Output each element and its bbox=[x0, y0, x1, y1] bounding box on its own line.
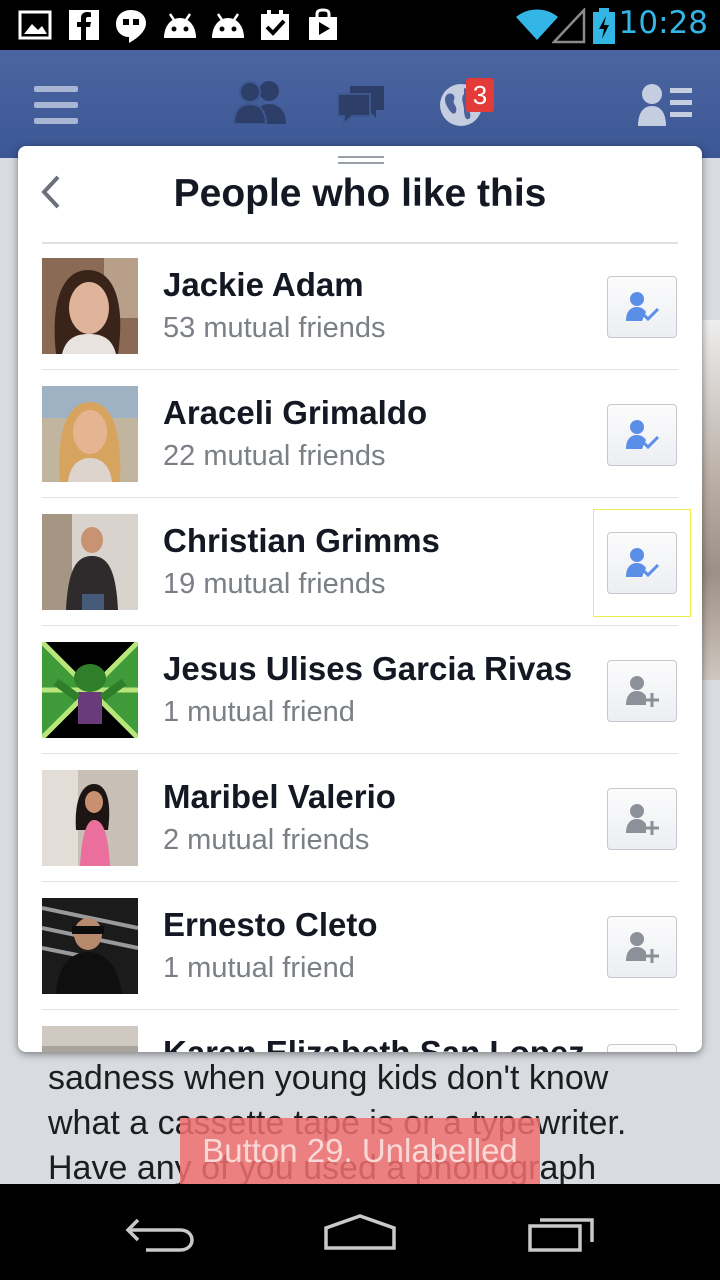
feed-photo-edge bbox=[702, 320, 720, 680]
person-row[interactable]: Jackie Adam 53 mutual friends bbox=[42, 242, 678, 370]
person-name[interactable]: Maribel Valerio bbox=[163, 778, 396, 816]
avatar[interactable] bbox=[42, 898, 138, 994]
friends-status-button[interactable] bbox=[607, 276, 677, 338]
add-friend-icon bbox=[626, 932, 659, 963]
friend-check-icon bbox=[626, 420, 660, 450]
person-row[interactable]: Jesus Ulises Garcia Rivas 1 mutual frien… bbox=[42, 626, 678, 754]
mutual-friends-count: 1 mutual friend bbox=[163, 952, 355, 984]
avatar[interactable] bbox=[42, 386, 138, 482]
add-friend-button[interactable] bbox=[607, 660, 677, 722]
drag-handle[interactable] bbox=[338, 156, 384, 168]
recent-apps-icon[interactable] bbox=[526, 1214, 598, 1254]
top-navigation-bar: 3 bbox=[0, 50, 720, 158]
person-name[interactable]: Jesus Ulises Garcia Rivas bbox=[163, 650, 572, 688]
person-row[interactable]: Maribel Valerio 2 mutual friends bbox=[42, 754, 678, 882]
add-friend-button[interactable] bbox=[607, 916, 677, 978]
facebook-icon bbox=[69, 10, 99, 40]
add-friend-icon bbox=[626, 804, 659, 835]
mutual-friends-count: 1 mutual friend bbox=[163, 696, 355, 728]
android-icon bbox=[212, 13, 244, 38]
avatar[interactable] bbox=[42, 258, 138, 354]
play-store-icon bbox=[309, 8, 337, 40]
mutual-friends-count: 22 mutual friends bbox=[163, 440, 386, 472]
signal-icon bbox=[552, 8, 586, 44]
download-done-icon bbox=[261, 10, 289, 40]
person-row[interactable]: Araceli Grimaldo 22 mutual friends bbox=[42, 370, 678, 498]
battery-charging-icon bbox=[593, 8, 615, 44]
mutual-friends-count: 19 mutual friends bbox=[163, 568, 386, 600]
person-name[interactable]: Araceli Grimaldo bbox=[163, 394, 427, 432]
mutual-friends-count: 2 mutual friends bbox=[163, 824, 370, 856]
menu-icon[interactable] bbox=[34, 86, 78, 124]
add-friend-button[interactable] bbox=[607, 788, 677, 850]
person-row[interactable]: Ernesto Cleto 1 mutual friend bbox=[42, 882, 678, 1010]
person-name[interactable]: Jackie Adam bbox=[163, 266, 364, 304]
person-name[interactable]: Karen Elizabeth San Lopez bbox=[163, 1034, 585, 1052]
avatar[interactable] bbox=[42, 770, 138, 866]
person-name[interactable]: Ernesto Cleto bbox=[163, 906, 378, 944]
notification-count-badge: 3 bbox=[466, 78, 494, 112]
accessibility-focus-outline bbox=[593, 509, 691, 617]
android-icon bbox=[164, 13, 196, 38]
add-friend-button[interactable] bbox=[607, 1044, 677, 1052]
status-time: 10:28 bbox=[618, 5, 708, 41]
gallery-icon bbox=[18, 10, 52, 40]
back-button-icon[interactable] bbox=[124, 1214, 196, 1254]
friend-check-icon bbox=[626, 292, 660, 322]
home-button-icon[interactable] bbox=[322, 1212, 398, 1252]
dialog-title: People who like this bbox=[173, 172, 547, 215]
person-name[interactable]: Christian Grimms bbox=[163, 522, 440, 560]
avatar[interactable] bbox=[42, 1026, 138, 1052]
friends-status-button[interactable] bbox=[607, 404, 677, 466]
friends-list-icon[interactable] bbox=[638, 82, 694, 128]
friend-requests-icon[interactable] bbox=[232, 78, 288, 124]
person-row[interactable]: Christian Grimms 19 mutual friends bbox=[42, 498, 678, 626]
accessibility-label-overlay: Button 29. Unlabelled bbox=[180, 1118, 540, 1184]
system-navigation-bar bbox=[0, 1184, 720, 1280]
add-friend-icon bbox=[626, 676, 659, 707]
mutual-friends-count: 53 mutual friends bbox=[163, 312, 386, 344]
messages-icon[interactable] bbox=[336, 82, 386, 126]
hangouts-icon bbox=[116, 10, 146, 43]
status-bar: 10:28 bbox=[0, 0, 720, 50]
avatar[interactable] bbox=[42, 642, 138, 738]
avatar[interactable] bbox=[42, 514, 138, 610]
person-row[interactable]: Karen Elizabeth San Lopez bbox=[42, 1010, 678, 1052]
